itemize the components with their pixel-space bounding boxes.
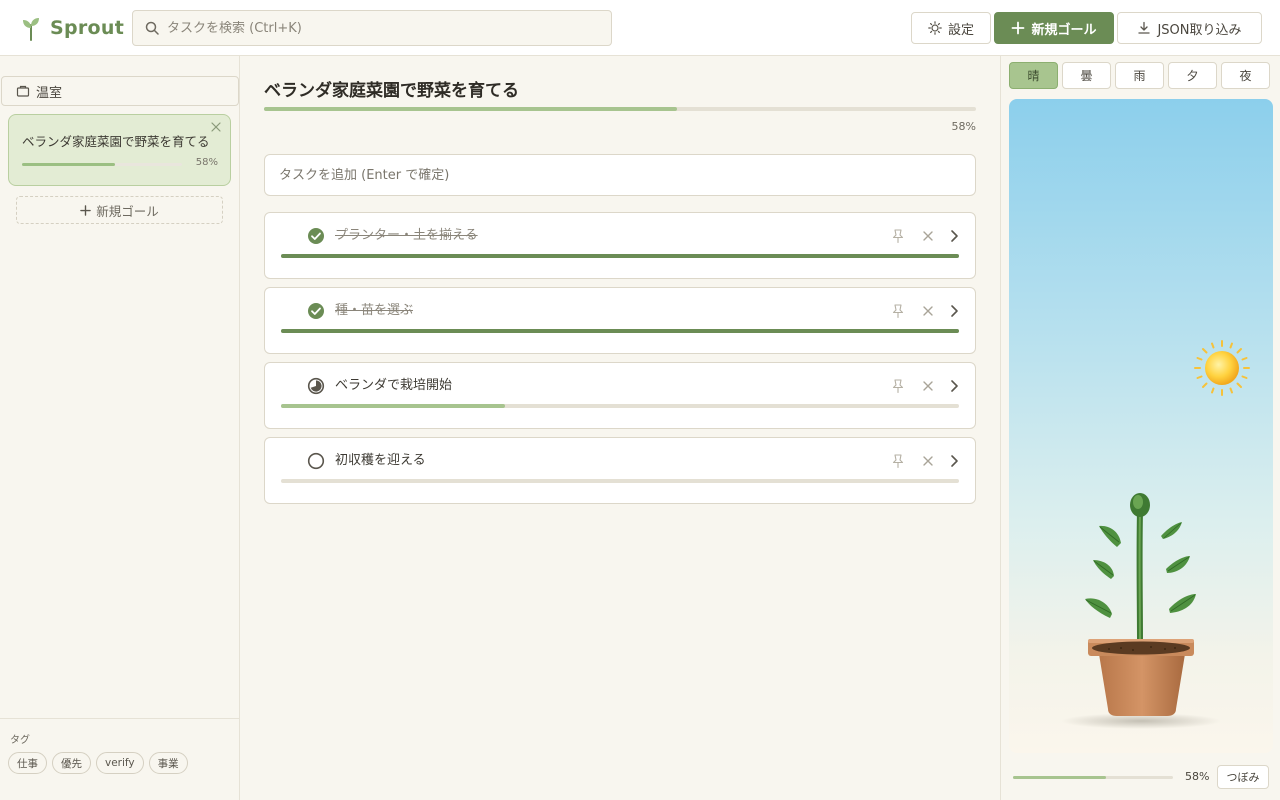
plant-panel: 晴 曇 雨 夕 夜 58% つぼみ	[1000, 56, 1280, 800]
chevron-right-icon[interactable]	[947, 453, 961, 469]
sidebar-new-goal-button[interactable]: 新規ゴール	[16, 196, 223, 224]
tags-section: タグ 仕事 優先 verify 事業	[0, 718, 239, 800]
growth-stage-badge[interactable]: つぼみ	[1217, 765, 1269, 789]
growth-percent: 58%	[1185, 770, 1210, 783]
task-progress-bar	[281, 404, 959, 408]
sun-icon	[928, 21, 942, 35]
task-progress-fill	[281, 404, 505, 408]
goal-progress-percent: 58%	[951, 120, 976, 133]
sidebar-goal-title: ベランダ家庭菜園で野菜を育てる	[22, 134, 210, 149]
new-goal-button[interactable]: 新規ゴール	[994, 12, 1114, 44]
plant-illustration	[1061, 340, 1250, 729]
partial-circle-icon[interactable]	[307, 377, 325, 395]
weather-tab[interactable]: 雨	[1115, 62, 1164, 89]
download-icon	[1138, 21, 1151, 34]
greenhouse-section[interactable]: 温室	[1, 76, 239, 106]
weather-tabs: 晴 曇 雨 夕 夜	[1009, 62, 1270, 89]
tag-chip[interactable]: verify	[96, 752, 144, 774]
pin-icon[interactable]	[890, 453, 906, 469]
json-import-button[interactable]: JSON取り込み	[1117, 12, 1262, 44]
weather-tab[interactable]: 夕	[1168, 62, 1217, 89]
check-circle-icon[interactable]	[307, 227, 325, 245]
weather-tab[interactable]: 曇	[1062, 62, 1111, 89]
chevron-right-icon[interactable]	[947, 378, 961, 394]
task-card[interactable]: 初収穫を迎える	[264, 437, 976, 504]
task-label: 初収穫を迎える	[335, 453, 426, 468]
task-label: プランター・土を揃える	[335, 228, 478, 243]
task-progress-fill	[281, 329, 959, 333]
sidebar-new-goal-label: 新規ゴール	[96, 203, 159, 219]
task-progress-bar	[281, 329, 959, 333]
sidebar-goal-progress-bar	[22, 163, 182, 166]
main-content: ベランダ家庭菜園で野菜を育てる 58% プランター・土を揃える 種・苗	[240, 56, 1000, 800]
search-icon	[145, 21, 159, 35]
task-card[interactable]: ベランダで栽培開始	[264, 362, 976, 429]
growth-progress-bar	[1013, 776, 1173, 779]
plus-icon	[1012, 21, 1025, 35]
folder-icon	[16, 85, 30, 97]
tag-chip[interactable]: 優先	[52, 752, 91, 774]
task-label: ベランダで栽培開始	[335, 378, 453, 393]
goal-progress-bar	[264, 107, 976, 111]
chevron-right-icon[interactable]	[947, 228, 961, 244]
app-header: Sprout 設定 新規ゴール JSON取り込み	[0, 0, 1280, 56]
close-icon[interactable]	[921, 454, 935, 468]
plus-icon	[80, 204, 92, 216]
sidebar-goal-progress-fill	[22, 163, 115, 166]
settings-button[interactable]: 設定	[911, 12, 991, 44]
app-name: Sprout	[50, 17, 125, 39]
chevron-right-icon[interactable]	[947, 303, 961, 319]
weather-tab[interactable]: 晴	[1009, 62, 1058, 89]
add-task-input[interactable]	[264, 154, 976, 196]
close-icon[interactable]	[921, 229, 935, 243]
sidebar-goal-percent: 58%	[195, 157, 218, 168]
pin-icon[interactable]	[890, 378, 906, 394]
close-icon[interactable]	[210, 121, 222, 133]
empty-circle-icon[interactable]	[307, 452, 325, 470]
settings-label: 設定	[947, 22, 974, 38]
growth-progress-fill	[1013, 776, 1106, 779]
sprout-logo-icon	[23, 18, 39, 41]
new-goal-label: 新規ゴール	[1031, 22, 1097, 38]
greenhouse-label: 温室	[36, 85, 63, 101]
plant-scene	[1009, 99, 1273, 753]
sidebar: 温室 ベランダ家庭菜園で野菜を育てる 58% 新規ゴール タグ 仕事 優先 ve…	[0, 56, 240, 800]
goal-title: ベランダ家庭菜園で野菜を育てる	[264, 81, 519, 101]
close-icon[interactable]	[921, 379, 935, 393]
json-import-label: JSON取り込み	[1157, 22, 1242, 38]
tag-list: 仕事 優先 verify 事業	[8, 752, 188, 774]
close-icon[interactable]	[921, 304, 935, 318]
weather-tab[interactable]: 夜	[1221, 62, 1270, 89]
check-circle-icon[interactable]	[307, 302, 325, 320]
search-input[interactable]	[167, 20, 611, 36]
task-card[interactable]: プランター・土を揃える	[264, 212, 976, 279]
task-progress-fill	[281, 254, 959, 258]
goal-progress-fill	[264, 107, 677, 111]
search-box[interactable]	[132, 10, 612, 46]
task-label: 種・苗を選ぶ	[335, 303, 414, 318]
tag-chip[interactable]: 事業	[148, 752, 188, 774]
app-logo[interactable]: Sprout	[20, 14, 124, 42]
task-card[interactable]: 種・苗を選ぶ	[264, 287, 976, 354]
tags-heading: タグ	[10, 735, 30, 746]
sidebar-goal-card[interactable]: ベランダ家庭菜園で野菜を育てる 58%	[8, 114, 231, 186]
sun-icon	[1194, 340, 1250, 396]
task-progress-bar	[281, 254, 959, 258]
task-progress-bar	[281, 479, 959, 483]
tag-chip[interactable]: 仕事	[8, 752, 47, 774]
pin-icon[interactable]	[890, 228, 906, 244]
pin-icon[interactable]	[890, 303, 906, 319]
